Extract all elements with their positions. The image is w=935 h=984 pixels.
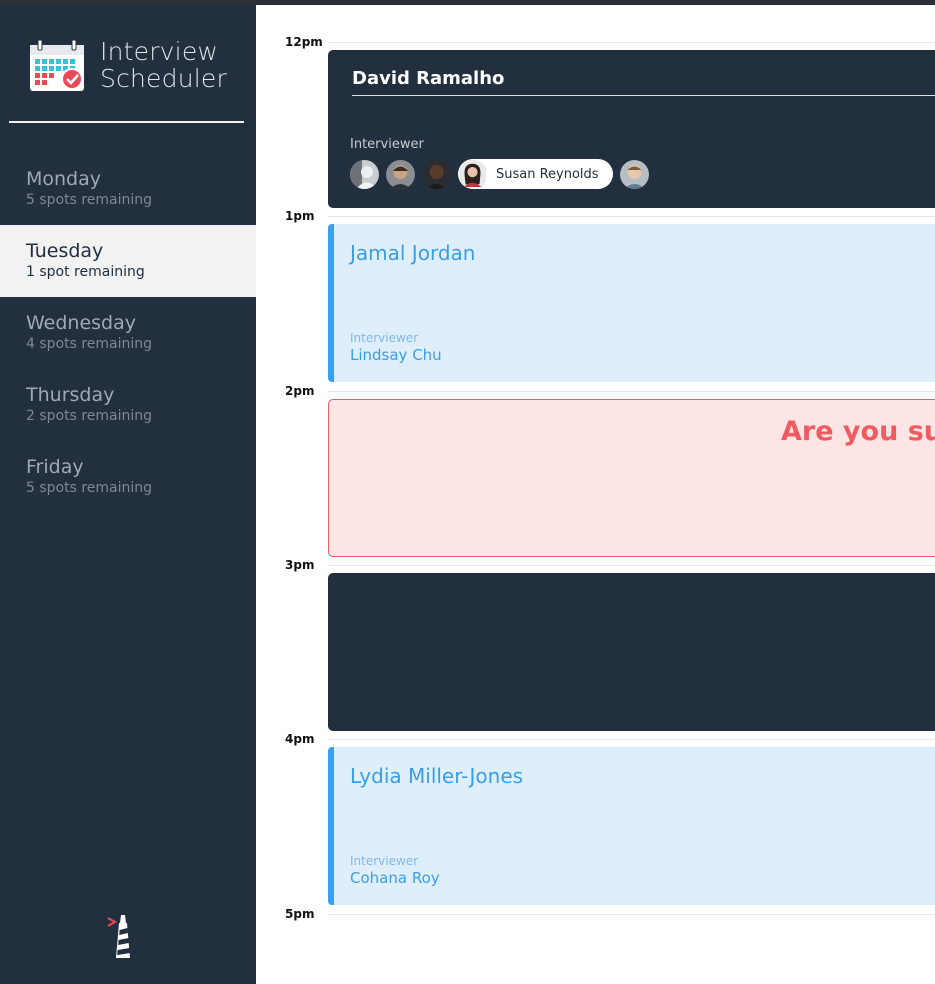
day-item-thursday[interactable]: Thursday 2 spots remaining — [0, 369, 256, 441]
student-name: Lydia Miller-Jones — [350, 764, 524, 788]
avatar-image — [422, 159, 451, 189]
day-item-monday[interactable]: Monday 5 spots remaining — [0, 153, 256, 225]
interviewer-avatar[interactable] — [386, 159, 415, 189]
hour-divider — [328, 42, 935, 43]
hour-divider — [328, 914, 935, 915]
sidebar-divider — [9, 121, 244, 123]
lighthouse-icon — [107, 915, 130, 958]
time-label-4pm: 4pm — [285, 732, 315, 746]
hour-divider — [328, 391, 935, 392]
day-spots: 1 spot remaining — [26, 264, 145, 280]
day-spots: 5 spots remaining — [26, 480, 153, 496]
app-title-line1: Interview — [100, 37, 219, 66]
interviewer-name: Cohana Roy — [350, 869, 440, 887]
appointment-form: David Ramalho Interviewer Susan Reynolds — [328, 50, 935, 208]
interviewer-name: Lindsay Chu — [350, 346, 442, 364]
hour-divider — [328, 216, 935, 217]
confirm-delete-panel: Are you sure — [328, 399, 935, 557]
day-item-wednesday[interactable]: Wednesday 4 spots remaining — [0, 297, 256, 369]
interviewer-list: Susan Reynolds — [350, 159, 656, 189]
sidebar: Interview Scheduler Monday 5 spots remai… — [0, 5, 256, 984]
day-spots: 5 spots remaining — [26, 192, 153, 208]
interviewer-selected[interactable]: Susan Reynolds — [458, 159, 613, 189]
interviewer-avatar[interactable] — [422, 159, 451, 189]
brand: Interview Scheduler — [28, 37, 227, 93]
appointment-card[interactable]: Jamal Jordan Interviewer Lindsay Chu — [328, 224, 935, 382]
day-spots: 2 spots remaining — [26, 408, 153, 424]
interviewer-label: Interviewer — [350, 137, 424, 152]
student-name-input[interactable]: David Ramalho — [352, 68, 935, 96]
app-title-line2: Scheduler — [100, 64, 227, 93]
time-label-3pm: 3pm — [285, 558, 315, 572]
avatar-image — [459, 159, 486, 187]
hour-divider — [328, 565, 935, 566]
avatar-image — [619, 159, 649, 189]
day-name: Wednesday — [26, 312, 137, 334]
day-item-friday[interactable]: Friday 5 spots remaining — [0, 441, 256, 513]
avatar-image — [350, 159, 379, 189]
avatar-image — [386, 159, 415, 189]
day-name: Tuesday — [26, 240, 104, 262]
interviewer-label: Interviewer — [350, 331, 419, 345]
hour-divider — [328, 739, 935, 740]
app-title: Interview Scheduler — [100, 38, 227, 92]
interviewer-avatar[interactable] — [350, 159, 379, 189]
day-list: Monday 5 spots remaining Tuesday 1 spot … — [0, 153, 256, 513]
interviewer-label: Interviewer — [350, 854, 419, 868]
confirm-message: Are you sure — [781, 416, 935, 447]
day-item-tuesday[interactable]: Tuesday 1 spot remaining — [0, 225, 256, 297]
day-name: Friday — [26, 456, 84, 478]
schedule: 12pm 1pm 2pm 3pm 4pm 5pm David Ramalho I… — [256, 5, 935, 984]
time-label-5pm: 5pm — [285, 907, 315, 921]
day-spots: 4 spots remaining — [26, 336, 153, 352]
status-panel — [328, 573, 935, 731]
interviewer-avatar — [459, 159, 488, 189]
time-label-1pm: 1pm — [285, 209, 315, 223]
selected-interviewer-name: Susan Reynolds — [496, 166, 599, 182]
time-label-12pm: 12pm — [285, 35, 323, 49]
interviewer-avatar[interactable] — [619, 159, 649, 189]
time-label-2pm: 2pm — [285, 384, 315, 398]
student-name: Jamal Jordan — [350, 241, 476, 265]
calendar-check-icon — [30, 39, 84, 91]
day-name: Monday — [26, 168, 102, 190]
day-name: Thursday — [26, 384, 115, 406]
appointment-card[interactable]: Lydia Miller-Jones Interviewer Cohana Ro… — [328, 747, 935, 905]
